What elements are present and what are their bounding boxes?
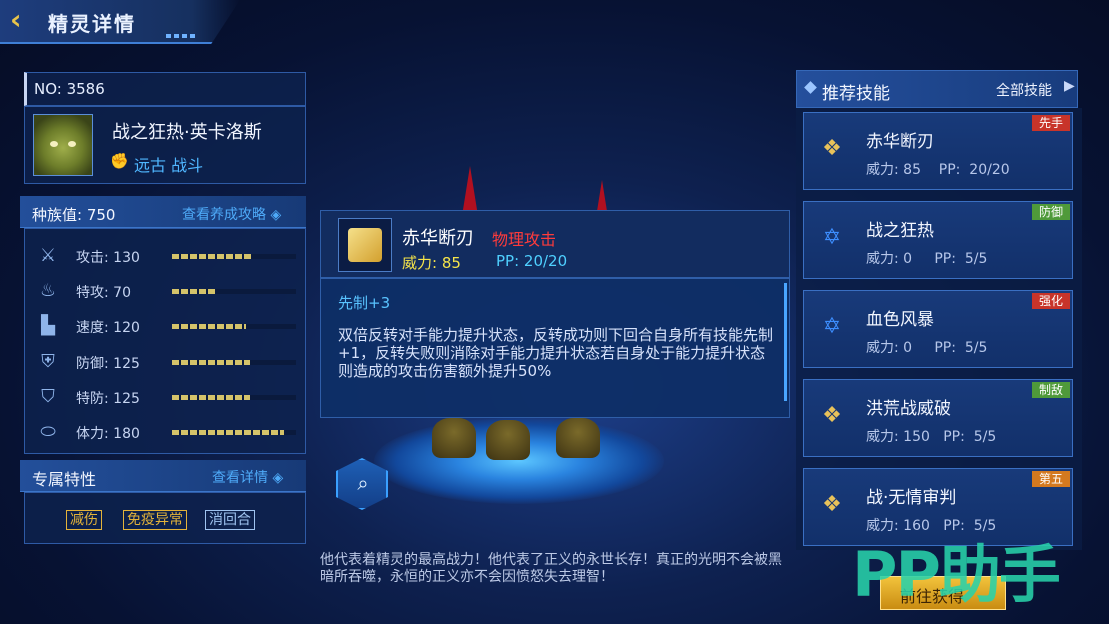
stat-bar [172, 359, 296, 365]
avatar-eye-right [68, 141, 76, 147]
all-skills-link[interactable]: 全部技能 [996, 80, 1052, 100]
golden-blade-icon: ❖ [822, 492, 842, 517]
trait-detail-link[interactable]: 查看详情 ◈ [212, 467, 283, 487]
stat-label: 体力: 180 [76, 426, 140, 442]
stat-bar [172, 324, 296, 330]
avatar-eye-left [50, 141, 58, 147]
spirit-number: NO: 3586 [34, 80, 105, 98]
stat-row: ▙ 速度: 120 [36, 314, 298, 338]
creature-claw [486, 420, 530, 460]
stat-bar [172, 430, 296, 435]
spirit-type: 远古 战斗 [134, 156, 204, 175]
creature-spike [462, 166, 478, 216]
skill-card[interactable]: ❖ 洪荒战威破威力: 150 PP: 5/5 制敌 [803, 379, 1073, 457]
creature-claw [432, 418, 476, 458]
skill-card[interactable]: ✡ 战之狂热威力: 0 PP: 5/5 防御 [803, 201, 1073, 279]
magnifier-icon: ⌕ [357, 471, 369, 495]
blue-star-icon: ✡ [822, 225, 842, 250]
golden-blade-icon: ❖ [822, 403, 842, 428]
recommend-title: 推荐技能 [822, 84, 890, 104]
blue-star-icon: ✡ [822, 314, 842, 339]
training-guide-link[interactable]: 查看养成攻略 ◈ [182, 204, 281, 224]
tooltip-priority: 先制+3 [338, 294, 391, 312]
capsule-icon: ⬭ [40, 421, 56, 442]
skill-card[interactable]: ✡ 血色风暴威力: 0 PP: 5/5 强化 [803, 290, 1073, 368]
skill-tag: 防御 [1032, 204, 1070, 220]
tooltip-skill-power: 威力: 85 [402, 254, 461, 272]
golden-blade-icon [348, 228, 382, 262]
stat-bar [172, 394, 296, 400]
stat-label: 特攻: 70 [76, 285, 131, 302]
stat-row: ⛨ 防御: 125 [36, 350, 298, 374]
skill-name: 赤华断刃 [866, 132, 934, 152]
chevron-left-icon[interactable]: ‹ [10, 6, 38, 34]
stat-label: 速度: 120 [76, 320, 140, 337]
skill-name: 战·无情审判 [866, 488, 957, 508]
stat-label: 防御: 125 [76, 355, 140, 372]
stat-bar-fill [172, 324, 247, 330]
triangle-right-icon[interactable]: ▶ [1064, 78, 1075, 94]
header-decoration [166, 34, 196, 38]
fist-icon: ✊ [110, 152, 129, 170]
watermark-logo: PP助手 [852, 538, 1061, 611]
trait-tag-damage-reduction: 减伤 [66, 510, 102, 530]
crest-shield-icon: ⛉ [41, 385, 55, 407]
sword-icon: ⚔ [39, 245, 57, 266]
skill-tag: 第五 [1032, 471, 1070, 487]
stat-row: ♨ 特攻: 70 [36, 279, 298, 303]
creature-claw [556, 418, 600, 458]
tooltip-skill-category: 物理攻击 [492, 230, 557, 249]
spirit-name: 战之狂热·英卡洛斯 [112, 122, 262, 143]
skill-name: 战之狂热 [866, 221, 934, 241]
tooltip-description: 双倍反转对手能力提升状态，反转成功则下回合自身所有技能先制+1，反转失败则消除对… [338, 326, 774, 380]
skill-stats: 威力: 150 PP: 5/5 [866, 429, 997, 445]
skill-stats: 威力: 0 PP: 5/5 [866, 340, 988, 356]
stat-row: ⚔ 攻击: 130 [36, 244, 298, 268]
shield-icon: ⛨ [41, 350, 55, 372]
stat-bar-fill [172, 430, 284, 435]
skill-stats: 威力: 85 PP: 20/20 [866, 162, 1010, 178]
flame-icon: ♨ [39, 280, 57, 302]
skill-tag: 制敌 [1032, 382, 1070, 398]
skill-card[interactable]: ❖ 赤华断刃威力: 85 PP: 20/20 先手 [803, 112, 1073, 190]
trait-tag-turn-removal: 消回合 [205, 510, 255, 530]
page-title: 精灵详情 [48, 12, 136, 36]
skill-name: 洪荒战威破 [866, 399, 951, 419]
race-value: 种族值: 750 [32, 206, 116, 224]
tooltip-skill-name: 赤华断刃 [402, 228, 474, 249]
spirit-avatar [33, 114, 93, 176]
stat-row: ⛉ 特防: 125 [36, 385, 298, 409]
stat-bar [172, 289, 296, 295]
stat-bar-fill [172, 394, 250, 400]
stat-row: ⬭ 体力: 180 [36, 420, 298, 444]
stat-bar-fill [172, 359, 250, 365]
boot-icon: ▙ [41, 315, 55, 337]
skill-tag: 强化 [1032, 293, 1070, 309]
skill-tag: 先手 [1032, 115, 1070, 131]
skill-stats: 威力: 0 PP: 5/5 [866, 251, 988, 267]
stat-label: 特防: 125 [76, 390, 140, 407]
stat-bar-fill [172, 254, 253, 259]
stat-bar-fill [172, 289, 216, 295]
golden-blade-icon: ❖ [822, 136, 842, 161]
trait-tag-immune-status: 免疫异常 [123, 510, 187, 530]
stat-label: 攻击: 130 [76, 250, 140, 266]
trait-title: 专属特性 [32, 470, 97, 489]
stat-bar [172, 254, 296, 259]
tooltip-skill-pp: PP: 20/20 [496, 252, 568, 270]
skill-name: 血色风暴 [866, 310, 934, 330]
spirit-motto: 他代表着精灵的最高战力！他代表了正义的永世长存！真正的光明不会被黑暗所吞噬，永恒… [320, 552, 782, 585]
